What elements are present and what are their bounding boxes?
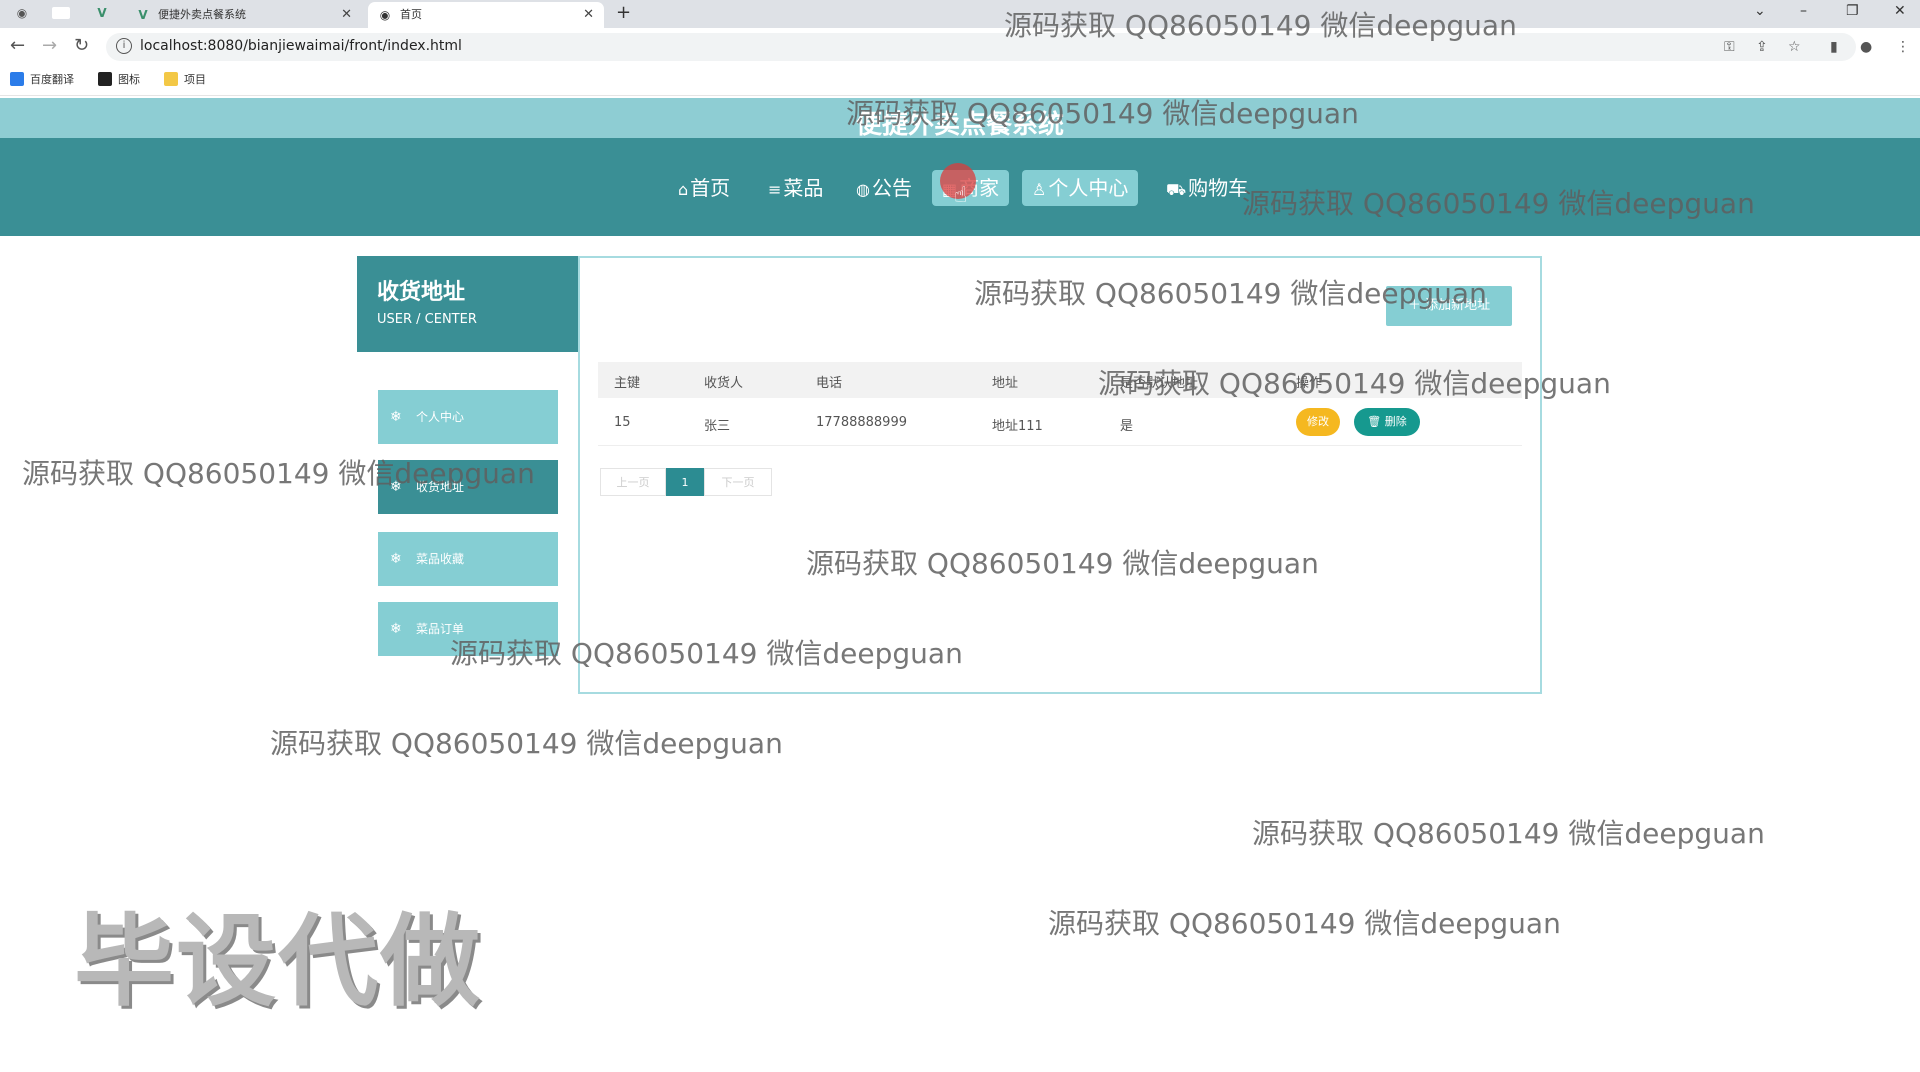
nav-label: 菜品: [783, 176, 824, 200]
close-icon[interactable]: ✕: [341, 2, 352, 28]
bookmark-label: 图标: [118, 73, 140, 86]
restore-icon[interactable]: ❐: [1846, 0, 1859, 22]
sidebar-item-label: 菜品收藏: [416, 552, 465, 566]
user-icon: ♙: [1032, 180, 1047, 199]
translate-icon: [10, 72, 24, 86]
sidebar-item-label: 个人中心: [416, 410, 465, 424]
info-icon[interactable]: i: [116, 38, 132, 54]
vue-logo-icon: V: [138, 8, 148, 22]
watermark-text: 源码获取 QQ86050149 微信deepguan: [450, 637, 963, 670]
address-bar: ← → ↻ i localhost:8080/bianjiewaimai/fro…: [0, 28, 1920, 66]
share-icon[interactable]: ⇪: [1756, 39, 1768, 55]
cell-phone: 17788888999: [816, 415, 907, 430]
column-header: 主键: [614, 376, 641, 391]
watermark-text: 源码获取 QQ86050149 微信deepguan: [1048, 907, 1561, 940]
key-icon[interactable]: ⚿: [1724, 39, 1735, 55]
folder-icon: [164, 72, 178, 86]
globe-icon: ◍: [856, 180, 870, 199]
nav-dishes[interactable]: ≡ 菜品: [758, 170, 833, 206]
nav-label: 购物车: [1188, 176, 1249, 200]
bookmark-fanyi[interactable]: 百度翻译: [10, 72, 74, 88]
back-icon[interactable]: ←: [10, 36, 25, 56]
big-watermark: 毕设代做: [74, 903, 482, 1020]
watermark-text: 源码获取 QQ86050149 微信deepguan: [1098, 367, 1611, 400]
cell-id: 15: [614, 415, 631, 430]
sidebar-title: 收货地址: [377, 280, 466, 305]
watermark-text: 源码获取 QQ86050149 微信deepguan: [270, 727, 783, 760]
cell-name: 张三: [704, 419, 731, 434]
pinned-tab-icon[interactable]: [52, 7, 70, 19]
sidebar-item-user-center[interactable]: ❄ 个人中心: [378, 390, 558, 444]
trash-icon: 🗑: [1367, 415, 1385, 428]
browser-tab-bar: ◉ V V 便捷外卖点餐系统 ✕ ◉ 首页 ✕ + ⌄ – ❐ ✕: [0, 0, 1920, 28]
reload-icon[interactable]: ↻: [74, 36, 89, 56]
cart-icon: ⛟: [1166, 180, 1187, 199]
window-close-icon[interactable]: ✕: [1894, 0, 1906, 22]
home-icon: ⌂: [678, 180, 689, 199]
watermark-text: 源码获取 QQ86050149 微信deepguan: [22, 457, 535, 490]
new-tab-icon[interactable]: +: [616, 2, 631, 23]
edit-button[interactable]: 修改: [1296, 408, 1340, 436]
snowflake-icon: ❄: [390, 621, 402, 637]
tab-title: 首页: [400, 8, 422, 21]
tab-waimai[interactable]: V 便捷外卖点餐系统 ✕: [126, 2, 362, 28]
watermark-text: 源码获取 QQ86050149 微信deepguan: [1252, 817, 1765, 850]
tab-home[interactable]: ◉ 首页 ✕: [368, 2, 604, 28]
close-icon[interactable]: ✕: [583, 2, 594, 28]
cell-address: 地址111: [992, 419, 1043, 434]
column-header: 地址: [992, 376, 1019, 391]
more-icon[interactable]: ⋮: [1896, 39, 1910, 55]
sidepanel-icon[interactable]: ▮: [1830, 39, 1838, 55]
nav-home[interactable]: ⌂ 首页: [668, 170, 740, 206]
menu-icon: ≡: [768, 180, 782, 199]
watermark-text: 源码获取 QQ86050149 微信deepguan: [1242, 187, 1755, 220]
delete-button[interactable]: 🗑 删除: [1354, 408, 1420, 436]
nav-label: 个人中心: [1048, 176, 1129, 200]
bookmark-label: 百度翻译: [30, 73, 74, 86]
bookmark-icons[interactable]: 图标: [98, 72, 140, 88]
sidebar-header: 收货地址 USER / CENTER: [357, 256, 578, 352]
watermark-text: 源码获取 QQ86050149 微信deepguan: [974, 277, 1487, 310]
snowflake-icon: ❄: [390, 551, 402, 567]
watermark-text: 源码获取 QQ86050149 微信deepguan: [846, 97, 1359, 130]
next-page-button[interactable]: 下一页: [704, 468, 772, 496]
hand-cursor-icon: ☝: [954, 183, 968, 208]
browser-menu-icon[interactable]: ◉: [14, 5, 30, 21]
bookmark-project[interactable]: 项目: [164, 72, 206, 88]
url-text[interactable]: localhost:8080/bianjiewaimai/front/index…: [140, 38, 462, 54]
forward-icon[interactable]: →: [42, 36, 57, 56]
column-header: 收货人: [704, 376, 744, 391]
nav-label: 首页: [690, 176, 731, 200]
chevron-down-icon[interactable]: ⌄: [1754, 0, 1766, 22]
cell-default: 是: [1120, 419, 1134, 434]
watermark-text: 源码获取 QQ86050149 微信deepguan: [806, 547, 1319, 580]
nav-notice[interactable]: ◍ 公告: [846, 170, 922, 206]
sidebar-subtitle: USER / CENTER: [377, 312, 477, 327]
tab-title: 便捷外卖点餐系统: [158, 8, 246, 21]
globe-icon: ◉: [379, 8, 391, 22]
bookmark-label: 项目: [184, 73, 206, 86]
prev-page-button[interactable]: 上一页: [600, 468, 666, 496]
sidebar-item-favorites[interactable]: ❄ 菜品收藏: [378, 532, 558, 586]
page-1-button[interactable]: 1: [666, 468, 704, 496]
star-icon[interactable]: ☆: [1788, 39, 1801, 55]
image-icon: [98, 72, 112, 86]
url-field[interactable]: i localhost:8080/bianjiewaimai/front/ind…: [106, 33, 1856, 61]
minimize-icon[interactable]: –: [1800, 0, 1807, 22]
profile-icon[interactable]: ●: [1860, 39, 1872, 55]
watermark-text: 源码获取 QQ86050149 微信deepguan: [1004, 9, 1517, 42]
delete-label: 删除: [1384, 415, 1407, 428]
nav-user-center[interactable]: ♙ 个人中心: [1022, 170, 1139, 206]
snowflake-icon: ❄: [390, 409, 402, 425]
nav-label: 公告: [871, 176, 912, 200]
vue-tab-icon[interactable]: V: [94, 5, 110, 21]
column-header: 电话: [816, 376, 843, 391]
